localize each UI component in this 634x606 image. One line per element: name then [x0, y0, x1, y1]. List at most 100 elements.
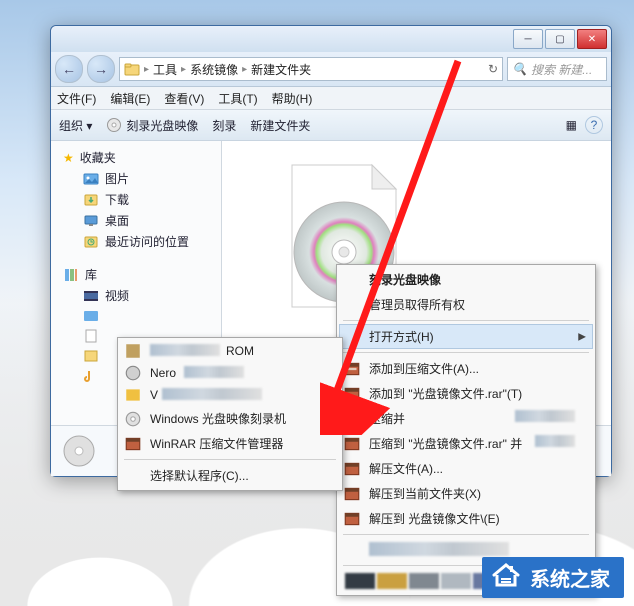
menu-item-app-v[interactable]: V	[120, 384, 340, 406]
redacted-text	[184, 366, 244, 378]
sidebar-item-placeholder[interactable]	[51, 306, 221, 326]
sidebar-favorites-label: 收藏夹	[80, 149, 116, 166]
recent-icon	[83, 234, 99, 250]
context-menu-primary: 刻录光盘映像 管理员取得所有权 打开方式(H) ▶ 添加到压缩文件(A)... …	[336, 264, 596, 596]
menu-item-extract-to[interactable]: 解压到 光盘镜像文件\(E)	[339, 506, 593, 531]
rar-icon	[343, 485, 361, 503]
search-input[interactable]: 🔍 搜索 新建...	[507, 57, 607, 81]
menu-tools[interactable]: 工具(T)	[218, 90, 257, 107]
rar-icon	[124, 435, 142, 453]
sidebar-head-favorites[interactable]: ★ 收藏夹	[51, 147, 221, 168]
menu-view[interactable]: 查看(V)	[164, 90, 204, 107]
sidebar-item-label: 图片	[105, 170, 129, 187]
menu-item-label: 刻录光盘映像	[369, 273, 441, 287]
refresh-button[interactable]: ↻	[488, 62, 498, 76]
menu-item-app-nero[interactable]: Nero	[120, 362, 340, 384]
views-button[interactable]: ▦	[566, 118, 577, 132]
app-icon	[124, 364, 142, 382]
rar-icon	[343, 360, 361, 378]
menu-item-compress-to[interactable]: 压缩到 "光盘镜像文件.rar" 并	[339, 431, 593, 456]
help-icon[interactable]: ?	[585, 116, 603, 134]
menu-separator	[343, 320, 589, 321]
sidebar-item-pictures[interactable]: 图片	[51, 168, 221, 189]
menu-item-app-rom[interactable]: ROM	[120, 340, 340, 362]
menu-item-burn[interactable]: 刻录光盘映像	[339, 267, 593, 292]
rar-icon	[343, 385, 361, 403]
menu-item-app-winrar[interactable]: WinRAR 压缩文件管理器	[120, 431, 340, 456]
crumb-1[interactable]: 工具	[153, 61, 177, 78]
maximize-button[interactable]: ▢	[545, 29, 575, 49]
menu-edit[interactable]: 编辑(E)	[110, 90, 150, 107]
menu-item-add-to-rar[interactable]: 添加到 "光盘镜像文件.rar"(T)	[339, 381, 593, 406]
sidebar-item-desktop[interactable]: 桌面	[51, 210, 221, 231]
close-button[interactable]: ✕	[577, 29, 607, 49]
redacted-text	[535, 435, 575, 447]
sidebar-item-downloads[interactable]: 下载	[51, 189, 221, 210]
crumb-sep-icon: ▸	[181, 64, 186, 75]
minimize-button[interactable]: ─	[513, 29, 543, 49]
menu-item-label: Nero	[150, 366, 176, 380]
brand-label: 系统之家	[530, 563, 610, 592]
menu-item-extract-here[interactable]: 解压到当前文件夹(X)	[339, 481, 593, 506]
rar-icon	[343, 510, 361, 528]
crumb-3[interactable]: 新建文件夹	[251, 61, 311, 78]
menu-item-label: 压缩到 "光盘镜像文件.rar" 并	[369, 437, 522, 451]
pictures-icon	[83, 171, 99, 187]
crumb-sep-icon: ▸	[242, 64, 247, 75]
sidebar-item-label: 视频	[105, 287, 129, 304]
star-icon: ★	[63, 151, 74, 165]
titlebar: ─ ▢ ✕	[51, 26, 611, 52]
menu-item-label: ROM	[226, 344, 254, 358]
menu-file[interactable]: 文件(F)	[57, 90, 96, 107]
brand-badge: 系统之家	[482, 557, 624, 598]
sidebar-libraries-label: 库	[85, 266, 97, 283]
organize-button[interactable]: 组织 ▾	[59, 117, 92, 134]
menu-item-extract[interactable]: 解压文件(A)...	[339, 456, 593, 481]
menubar: 文件(F) 编辑(E) 查看(V) 工具(T) 帮助(H)	[51, 87, 611, 110]
menu-item-label: 解压到当前文件夹(X)	[369, 487, 481, 501]
sidebar-item-label: 下载	[105, 191, 129, 208]
search-icon: 🔍	[512, 62, 527, 76]
burn-button[interactable]: 刻录	[212, 117, 236, 134]
libraries-icon	[63, 267, 79, 283]
menu-separator	[343, 352, 589, 353]
forward-button[interactable]: →	[87, 55, 115, 83]
crumb-2[interactable]: 系统镜像	[190, 61, 238, 78]
menu-item-label: 管理员取得所有权	[369, 298, 465, 312]
desktop-icon	[83, 213, 99, 229]
sidebar-item-video[interactable]: 视频	[51, 285, 221, 306]
menu-item-add-compress[interactable]: 添加到压缩文件(A)...	[339, 356, 593, 381]
redacted-text	[150, 344, 220, 356]
rar-icon	[343, 460, 361, 478]
menu-separator	[343, 534, 589, 535]
menu-item-open-with[interactable]: 打开方式(H) ▶	[339, 324, 593, 349]
crumb-sep-icon: ▸	[144, 64, 149, 75]
menu-item-label: 解压到 光盘镜像文件\(E)	[369, 512, 500, 526]
menu-item-compress-and[interactable]: 压缩并	[339, 406, 593, 431]
redacted-text	[515, 410, 575, 422]
menu-item-choose-default[interactable]: 选择默认程序(C)...	[120, 463, 340, 488]
folder-icon	[124, 61, 140, 77]
back-button[interactable]: ←	[55, 55, 83, 83]
menu-help[interactable]: 帮助(H)	[272, 90, 313, 107]
menu-item-admin[interactable]: 管理员取得所有权	[339, 292, 593, 317]
new-folder-button[interactable]: 新建文件夹	[250, 117, 310, 134]
menu-item-label: 打开方式(H)	[369, 330, 434, 344]
menu-item-label: 选择默认程序(C)...	[150, 469, 249, 483]
disc-icon	[61, 433, 97, 469]
menu-item-label: V	[150, 388, 158, 402]
breadcrumb[interactable]: ▸ 工具 ▸ 系统镜像 ▸ 新建文件夹 ↻	[119, 57, 503, 81]
disc-icon	[106, 117, 122, 133]
menu-item-app-winburner[interactable]: Windows 光盘映像刻录机	[120, 406, 340, 431]
sidebar-head-libraries[interactable]: 库	[51, 264, 221, 285]
sidebar-item-label: 桌面	[105, 212, 129, 229]
documents-icon	[83, 348, 99, 364]
burn-image-button[interactable]: 刻录光盘映像	[106, 117, 198, 134]
toolbar: 组织 ▾ 刻录光盘映像 刻录 新建文件夹 ▦ ?	[51, 110, 611, 141]
menu-item-label: 解压文件(A)...	[369, 462, 443, 476]
disc-icon	[124, 410, 142, 428]
rar-icon	[343, 410, 361, 428]
sidebar-item-recent[interactable]: 最近访问的位置	[51, 231, 221, 252]
rar-icon	[343, 435, 361, 453]
music-icon	[83, 368, 99, 384]
